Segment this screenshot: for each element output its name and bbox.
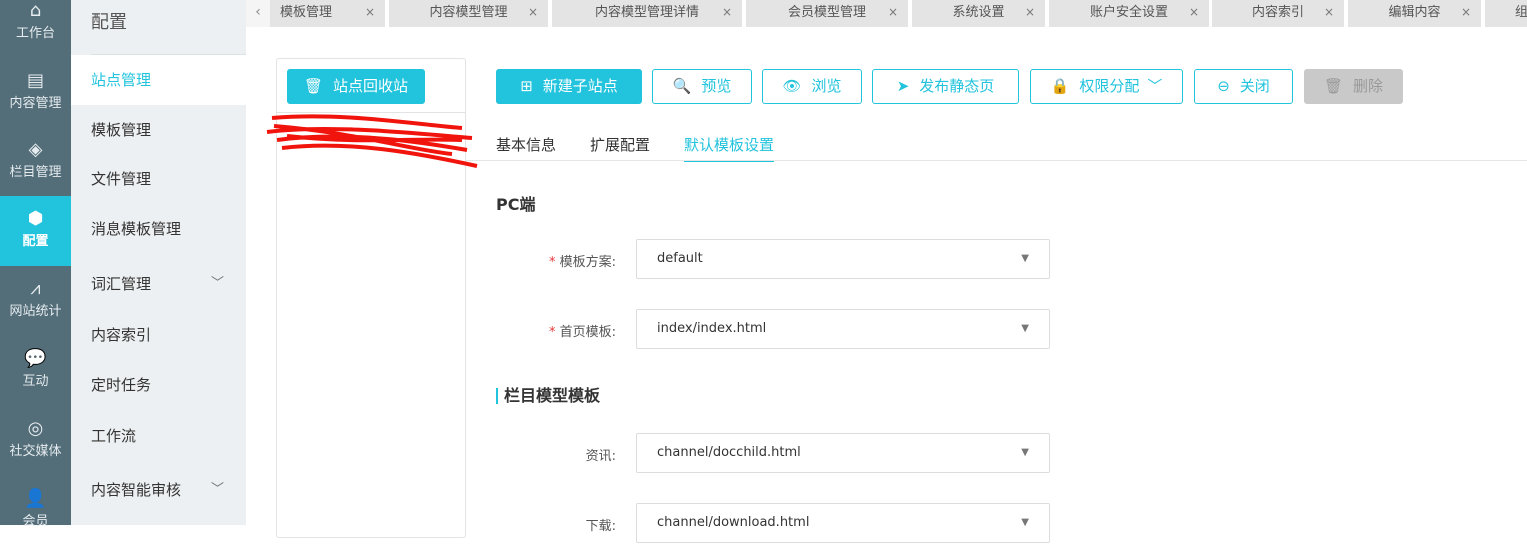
file-search-icon: 🔍 <box>672 77 692 95</box>
tab-content-model-detail[interactable]: 内容模型管理详情 × <box>552 0 742 27</box>
template-scheme-select[interactable]: default ▼ <box>636 239 1050 279</box>
document-icon: ▤ <box>26 70 44 91</box>
chevron-left-icon[interactable]: ‹ <box>246 0 270 27</box>
rail-item-social[interactable]: ◎ 社交媒体 <box>0 406 71 476</box>
home-icon: ⌂ <box>29 0 42 21</box>
tab-bar: ‹ 模板管理 × 内容模型管理 × 内容模型管理详情 × 会员模型管理 × 系统设置 × … <box>246 0 1527 27</box>
close-icon[interactable]: × <box>1461 0 1471 25</box>
lock-icon: 🔒 <box>1050 77 1070 95</box>
caret-down-icon: ▼ <box>1021 447 1029 458</box>
tab-member-model[interactable]: 会员模型管理 × <box>746 0 908 27</box>
tab-template[interactable]: 模板管理 × <box>270 0 385 27</box>
close-button[interactable]: ⊖ 关闭 <box>1194 69 1293 104</box>
tab-content-index[interactable]: 内容索引 × <box>1212 0 1344 27</box>
publish-static-button[interactable]: ➤ 发布静态页 <box>872 69 1019 104</box>
user-icon: 👤 <box>24 488 47 509</box>
tab-basic-info[interactable]: 基本信息 <box>496 134 556 155</box>
tab-default-template[interactable]: 默认模板设置 <box>684 134 775 162</box>
rail-item-content[interactable]: ▤ 内容管理 <box>0 58 71 128</box>
cube-icon: ⬢ <box>27 208 44 229</box>
icon-rail: ⌂ 工作台 ▤ 内容管理 ◈ 栏目管理 ⬢ 配置 ⩘ 网站统计 💬 互动 ◎ 社交媒体 👤 会员 <box>0 0 71 529</box>
rail-item-interaction[interactable]: 💬 互动 <box>0 336 71 406</box>
target-icon: ◎ <box>27 418 44 439</box>
tab-partial[interactable]: 组 <box>1485 0 1527 27</box>
chat-icon: 💬 <box>24 348 47 369</box>
permission-button[interactable]: 🔒 权限分配 ﹀ <box>1030 69 1183 104</box>
menu-item-scheduled[interactable]: 定时任务 <box>71 360 246 410</box>
divider <box>466 160 1527 161</box>
plus-square-icon: ⊞ <box>520 77 533 95</box>
config-menu: 配置 站点管理 模板管理 文件管理 消息模板管理 词汇管理 ﹀ 内容索引 定时任务… <box>71 0 246 525</box>
menu-title: 配置 <box>91 12 127 33</box>
pc-section-heading: PC端 <box>496 195 536 214</box>
news-template-select[interactable]: channel/docchild.html ▼ <box>636 433 1050 473</box>
tab-extended-config[interactable]: 扩展配置 <box>590 134 650 155</box>
scheme-label: * 模板方案: <box>548 255 616 270</box>
trash-icon: 🗑 <box>1323 77 1344 95</box>
menu-item-file[interactable]: 文件管理 <box>71 154 246 204</box>
minus-circle-icon: ⊖ <box>1217 77 1230 95</box>
delete-button[interactable]: 🗑 删除 <box>1304 69 1403 104</box>
channel-section-heading: 栏目模型模板 <box>496 388 600 404</box>
recycle-bin-icon: 🗑 <box>303 77 324 95</box>
home-template-select[interactable]: index/index.html ▼ <box>636 309 1050 349</box>
rail-item-workbench[interactable]: ⌂ 工作台 <box>0 0 71 58</box>
close-icon[interactable]: × <box>1324 0 1334 25</box>
caret-down-icon: ▼ <box>1021 253 1029 264</box>
menu-item-message-template[interactable]: 消息模板管理 <box>71 204 246 254</box>
caret-down-icon: ▼ <box>1021 517 1029 528</box>
menu-item-vocabulary[interactable]: 词汇管理 ﹀ <box>71 259 246 309</box>
home-template-label: * 首页模板: <box>548 325 616 340</box>
menu-item-site[interactable]: 站点管理 <box>71 55 246 105</box>
close-icon[interactable]: × <box>365 0 375 25</box>
tab-system[interactable]: 系统设置 × <box>912 0 1045 27</box>
chevron-down-icon: ﹀ <box>1147 77 1163 95</box>
site-recycle-button[interactable]: 🗑 站点回收站 <box>287 69 425 104</box>
caret-down-icon: ▼ <box>1021 323 1029 334</box>
redaction-scribble <box>266 114 478 168</box>
preview-button[interactable]: 🔍 预览 <box>652 69 752 104</box>
menu-item-content-index[interactable]: 内容索引 <box>71 310 246 360</box>
download-template-select[interactable]: channel/download.html ▼ <box>636 503 1050 543</box>
eye-icon: 👁 <box>782 77 802 95</box>
menu-item-workflow[interactable]: 工作流 <box>71 411 246 461</box>
close-icon[interactable]: × <box>722 0 732 25</box>
close-icon[interactable]: × <box>1189 0 1199 25</box>
tab-content-model[interactable]: 内容模型管理 × <box>389 0 548 27</box>
chevron-down-icon: ﹀ <box>210 482 224 497</box>
close-icon[interactable]: × <box>528 0 538 25</box>
tab-account-security[interactable]: 账户安全设置 × <box>1049 0 1209 27</box>
paper-plane-icon: ➤ <box>896 77 910 95</box>
rail-item-channel[interactable]: ◈ 栏目管理 <box>0 127 71 197</box>
layers-icon: ◈ <box>28 139 43 160</box>
chart-icon: ⩘ <box>30 278 41 299</box>
close-icon[interactable]: × <box>888 0 898 25</box>
menu-item-template[interactable]: 模板管理 <box>71 105 246 155</box>
rail-item-member[interactable]: 👤 会员 <box>0 476 71 546</box>
rail-item-config[interactable]: ⬢ 配置 <box>0 196 71 266</box>
menu-item-ai-review[interactable]: 内容智能审核 ﹀ <box>71 465 246 515</box>
chevron-down-icon: ﹀ <box>210 276 224 291</box>
close-icon[interactable]: × <box>1025 0 1035 25</box>
news-label: 资讯: <box>585 449 616 464</box>
tab-edit-content[interactable]: 编辑内容 × <box>1348 0 1481 27</box>
rail-item-stats[interactable]: ⩘ 网站统计 <box>0 266 71 336</box>
new-child-site-button[interactable]: ⊞ 新建子站点 <box>496 69 642 104</box>
browse-button[interactable]: 👁 浏览 <box>762 69 862 104</box>
